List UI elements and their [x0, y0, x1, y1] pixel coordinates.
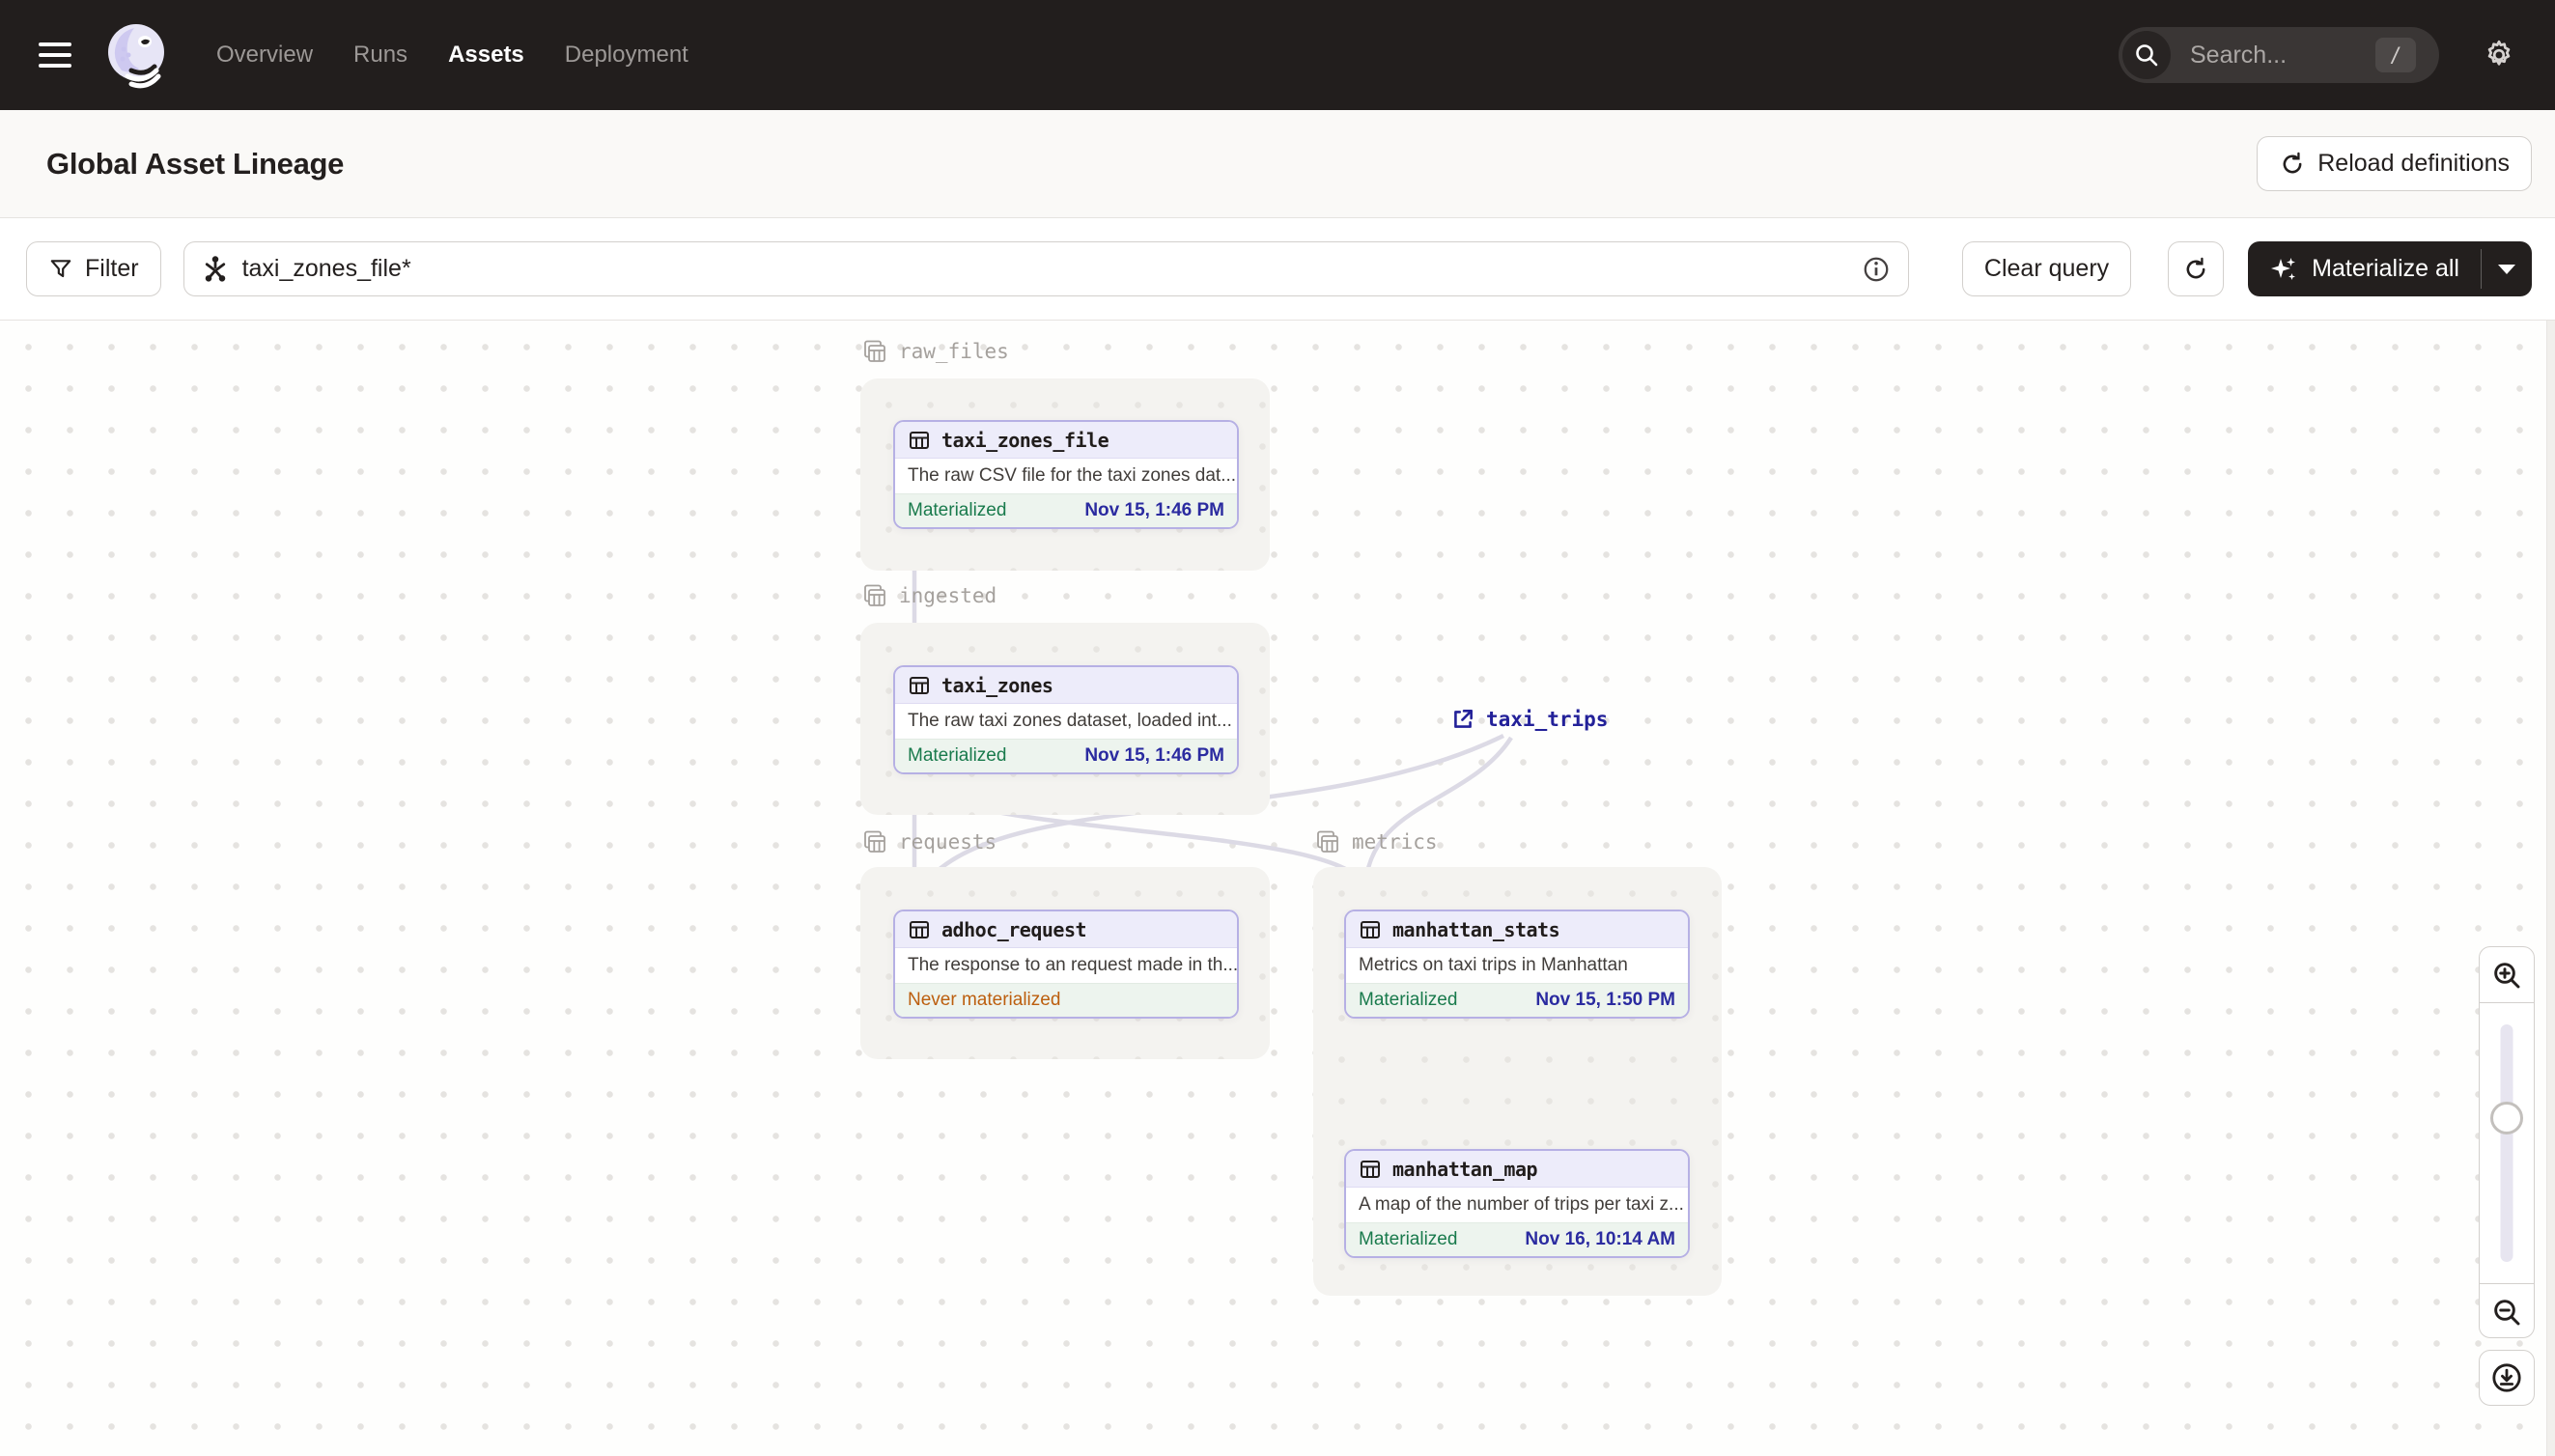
refresh-icon: [2283, 152, 2302, 173]
asset-description: The response to an request made in th...: [908, 955, 1237, 975]
asset-description: The raw taxi zones dataset, loaded int..…: [908, 711, 1232, 731]
nav-overview[interactable]: Overview: [216, 42, 313, 69]
vertical-scrollbar[interactable]: [2546, 321, 2555, 1456]
zoom-in-button[interactable]: [2480, 947, 2534, 1002]
external-link-icon: [1454, 710, 1473, 728]
filter-button[interactable]: Filter: [26, 241, 161, 296]
zoom-slider[interactable]: [2480, 1002, 2534, 1284]
asset-description: A map of the number of trips per taxi z.…: [1359, 1194, 1684, 1215]
refresh-query-button[interactable]: [2168, 241, 2225, 296]
menu-icon[interactable]: [39, 42, 71, 68]
asset-node-manhattan-stats[interactable]: manhattan_stats Metrics on taxi trips in…: [1344, 910, 1690, 1019]
search-placeholder: Search...: [2190, 41, 2288, 69]
asset-selection-input[interactable]: taxi_zones_file*: [182, 241, 1909, 296]
search-input[interactable]: Search... /: [2119, 27, 2439, 83]
funnel-icon: [50, 259, 71, 277]
materialization-timestamp: Nov 15, 1:46 PM: [1084, 500, 1224, 520]
nav-deployment[interactable]: Deployment: [565, 42, 688, 69]
status-badge: Materialized: [908, 500, 1007, 520]
info-icon[interactable]: [1862, 255, 1891, 284]
stacked-tables-icon: [864, 584, 885, 606]
status-badge: Materialized: [908, 745, 1007, 766]
clear-query-button[interactable]: Clear query: [1961, 241, 2132, 296]
zoom-panel: [2479, 946, 2535, 1338]
lineage-toolbar: Filter taxi_zones_file* Clear query Mate…: [0, 218, 2555, 321]
table-icon: [910, 431, 929, 449]
zoom-out-button[interactable]: [2480, 1284, 2534, 1339]
group-label-requests[interactable]: requests: [862, 829, 997, 854]
asset-selection-icon: [205, 255, 225, 282]
stacked-tables-icon: [864, 830, 885, 853]
table-icon: [1361, 1160, 1380, 1178]
download-graph-button[interactable]: [2479, 1350, 2535, 1406]
group-label-metrics[interactable]: metrics: [1315, 829, 1438, 854]
external-asset-taxi-trips[interactable]: taxi_trips: [1450, 707, 1608, 732]
asset-description: Metrics on taxi trips in Manhattan: [1359, 955, 1628, 975]
table-icon: [910, 676, 929, 694]
chevron-down-icon: [2498, 264, 2515, 274]
group-label-ingested[interactable]: ingested: [862, 583, 997, 608]
search-icon: [2122, 31, 2171, 79]
status-badge: Never materialized: [908, 990, 1061, 1010]
query-value: taxi_zones_file*: [241, 255, 411, 282]
asset-node-taxi-zones[interactable]: taxi_zones The raw taxi zones dataset, l…: [893, 665, 1239, 774]
reload-definitions-button[interactable]: Reload definitions: [2257, 136, 2532, 191]
group-label-raw-files[interactable]: raw_files: [862, 339, 1009, 364]
download-icon: [2492, 1363, 2521, 1392]
nav-links: Overview Runs Assets Deployment: [216, 42, 688, 69]
stacked-tables-icon: [1317, 830, 1338, 853]
asset-description: The raw CSV file for the taxi zones dat.…: [908, 465, 1237, 486]
asset-node-adhoc-request[interactable]: adhoc_request The response to an request…: [893, 910, 1239, 1019]
asset-node-manhattan-map[interactable]: manhattan_map A map of the number of tri…: [1344, 1149, 1690, 1258]
zoom-out-icon: [2494, 1299, 2520, 1325]
materialization-timestamp: Nov 15, 1:46 PM: [1084, 745, 1224, 766]
search-shortcut-badge: /: [2375, 38, 2416, 72]
gear-icon[interactable]: [2482, 38, 2516, 72]
status-badge: Materialized: [1359, 1229, 1458, 1249]
top-navbar: Overview Runs Assets Deployment Search..…: [0, 0, 2555, 110]
zoom-slider-handle[interactable]: [2490, 1102, 2523, 1134]
materialization-timestamp: Nov 15, 1:50 PM: [1535, 990, 1675, 1010]
asset-node-taxi-zones-file[interactable]: taxi_zones_file The raw CSV file for the…: [893, 420, 1239, 529]
zoom-in-icon: [2494, 962, 2520, 988]
nav-assets[interactable]: Assets: [448, 42, 524, 69]
page-header: Global Asset Lineage Reload definitions: [0, 110, 2555, 218]
page-title: Global Asset Lineage: [46, 146, 345, 181]
refresh-icon: [2186, 257, 2205, 278]
table-icon: [1361, 920, 1380, 938]
lineage-edges: [906, 528, 1513, 1147]
table-icon: [910, 920, 929, 938]
materialize-all-button[interactable]: Materialize all: [2248, 241, 2532, 296]
dagster-logo-icon[interactable]: [102, 20, 172, 90]
sparkle-icon: [2271, 257, 2296, 280]
lineage-canvas[interactable]: raw_files ingested requests metrics taxi…: [0, 321, 2555, 1456]
nav-runs[interactable]: Runs: [353, 42, 407, 69]
materialize-dropdown-button[interactable]: [2482, 241, 2532, 296]
stacked-tables-icon: [864, 340, 885, 362]
status-badge: Materialized: [1359, 990, 1458, 1010]
materialization-timestamp: Nov 16, 10:14 AM: [1525, 1229, 1675, 1249]
